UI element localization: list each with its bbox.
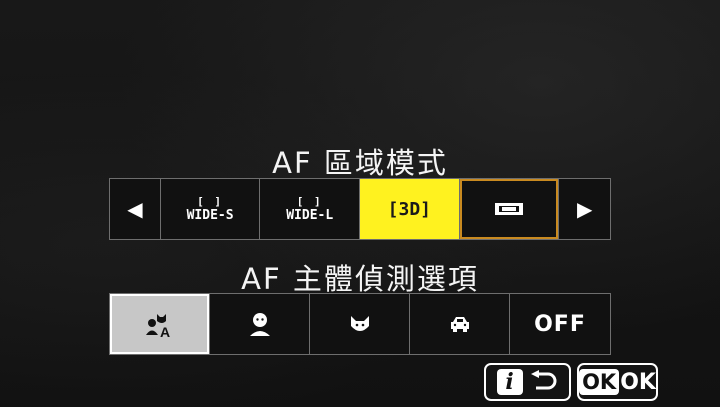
af-area-mode-title: AF 區域模式 bbox=[272, 146, 448, 180]
area-option-wide-l[interactable]: [ ] WIDE-L bbox=[260, 179, 361, 239]
ok-button[interactable]: OK OK bbox=[577, 363, 658, 401]
3d-tracking-icon: [3D] bbox=[387, 198, 431, 220]
off-label: OFF bbox=[534, 311, 586, 337]
ok-text: OK bbox=[620, 369, 656, 395]
person-icon bbox=[249, 313, 270, 336]
area-option-3d-tracking[interactable]: [3D] bbox=[360, 179, 460, 239]
vehicle-icon bbox=[450, 317, 469, 332]
subject-option-vehicles[interactable] bbox=[410, 294, 510, 354]
subject-option-off[interactable]: OFF bbox=[510, 294, 610, 354]
subject-detection-title: AF 主體偵測選項 bbox=[241, 262, 479, 296]
scroll-right-button[interactable]: ▶ bbox=[559, 179, 611, 239]
area-option-label: WIDE-L bbox=[286, 208, 334, 223]
auto-area-icon bbox=[494, 203, 523, 215]
wide-large-area-icon: [ ] WIDE-L bbox=[286, 195, 334, 223]
animal-icon bbox=[350, 316, 369, 331]
subject-option-animals[interactable] bbox=[310, 294, 410, 354]
area-option-label: WIDE-S bbox=[186, 208, 234, 223]
auto-subject-icon: A bbox=[145, 314, 170, 339]
wide-small-area-icon: [ ] WIDE-S bbox=[186, 195, 234, 223]
subject-option-people[interactable] bbox=[210, 294, 310, 354]
scroll-left-button[interactable]: ◀ bbox=[110, 179, 161, 239]
i-icon: i bbox=[496, 369, 523, 395]
area-option-wide-s[interactable]: [ ] WIDE-S bbox=[160, 179, 261, 239]
svg-text:A: A bbox=[160, 324, 170, 339]
arrow-left-icon: ◀ bbox=[127, 197, 143, 221]
return-arrow-icon bbox=[530, 370, 556, 390]
subject-option-auto[interactable]: A bbox=[110, 294, 210, 354]
arrow-right-icon: ▶ bbox=[576, 197, 593, 221]
subject-detection-selector: A OFF bbox=[109, 293, 611, 355]
area-option-auto-area[interactable] bbox=[459, 179, 560, 239]
i-menu-return-button[interactable]: i bbox=[484, 363, 571, 401]
af-area-mode-selector: ◀ [ ] WIDE-S [ ] WIDE-L [3D] ▶ bbox=[109, 178, 611, 240]
ok-badge: OK bbox=[579, 369, 620, 395]
